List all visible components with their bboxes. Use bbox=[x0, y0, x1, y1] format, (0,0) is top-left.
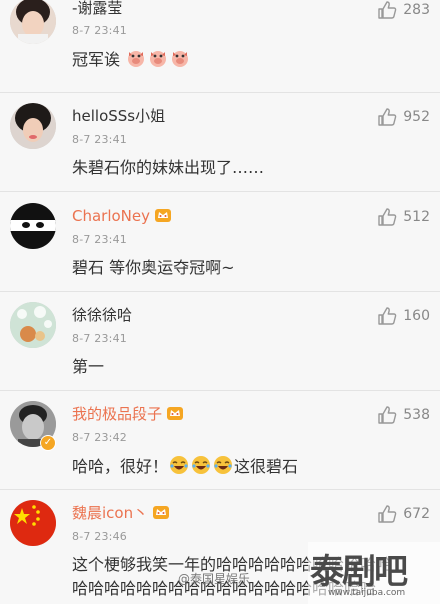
vip-crown-icon bbox=[167, 407, 184, 420]
comment-item: 徐徐徐哈 8-7 23:41 第一 160 bbox=[0, 292, 440, 391]
like-button[interactable]: 952 bbox=[377, 107, 430, 127]
pig-emoji-icon bbox=[128, 51, 145, 67]
watermark-logo: 泰剧吧 bbox=[310, 552, 408, 592]
timestamp: 8-7 23:46 bbox=[72, 530, 127, 543]
comment-item: CharloNey 8-7 23:41 碧石 等你奥运夺冠啊~ 512 bbox=[0, 193, 440, 292]
laughing-emoji-icon bbox=[170, 456, 189, 474]
username-text: 我的极品段子 bbox=[72, 405, 163, 423]
username[interactable]: 我的极品段子 bbox=[72, 404, 184, 424]
thumbs-up-icon bbox=[378, 108, 397, 126]
comment-text: 冠军诶 bbox=[72, 48, 191, 71]
site-watermark: 泰剧吧 www.taijuba.com bbox=[308, 542, 440, 604]
pig-emoji-icon bbox=[150, 51, 167, 67]
weibo-watermark: @泰国星娱乐 bbox=[178, 572, 251, 586]
thumbs-up-icon bbox=[378, 406, 397, 424]
avatar[interactable] bbox=[10, 203, 56, 249]
vip-crown-icon bbox=[153, 506, 170, 519]
pig-emoji-icon bbox=[172, 51, 189, 67]
avatar[interactable] bbox=[10, 302, 56, 348]
username[interactable]: helloSSs小姐 bbox=[72, 106, 165, 126]
vip-crown-icon bbox=[155, 209, 172, 222]
username[interactable]: 魏晨icon丶 bbox=[72, 503, 170, 523]
timestamp: 8-7 23:41 bbox=[72, 332, 127, 345]
username-text: CharloNey bbox=[72, 207, 151, 225]
username[interactable]: -谢露莹 bbox=[72, 0, 122, 18]
avatar[interactable] bbox=[10, 500, 56, 546]
thumbs-up-icon bbox=[378, 307, 397, 325]
avatar[interactable] bbox=[10, 103, 56, 149]
like-count: 672 bbox=[403, 506, 430, 522]
comment-item: -谢露莹 8-7 23:41 冠军诶 283 bbox=[0, 0, 440, 93]
timestamp: 8-7 23:41 bbox=[72, 233, 127, 246]
like-button[interactable]: 283 bbox=[377, 0, 430, 20]
comment-text-part: 这很碧石 bbox=[234, 457, 299, 476]
comment-text: 碧石 等你奥运夺冠啊~ bbox=[72, 258, 235, 277]
username[interactable]: 徐徐徐哈 bbox=[72, 305, 132, 325]
comment-item: helloSSs小姐 8-7 23:41 朱碧石你的妹妹出现了…… 952 bbox=[0, 93, 440, 192]
verified-badge-icon: ✓ bbox=[40, 435, 56, 451]
like-button[interactable]: 538 bbox=[377, 405, 430, 425]
timestamp: 8-7 23:41 bbox=[72, 133, 127, 146]
like-button[interactable]: 160 bbox=[377, 306, 430, 326]
comment-item: ✓ 我的极品段子 8-7 23:42 哈哈，很好！ 这很碧石 538 bbox=[0, 391, 440, 490]
like-button[interactable]: 512 bbox=[377, 207, 430, 227]
timestamp: 8-7 23:42 bbox=[72, 431, 127, 444]
like-count: 512 bbox=[403, 209, 430, 225]
like-count: 160 bbox=[403, 308, 430, 324]
comment-text-part: 哈哈，很好！ bbox=[72, 457, 169, 476]
comment-text-content: 冠军诶 bbox=[72, 50, 121, 69]
thumbs-up-icon bbox=[378, 1, 397, 19]
comment-text: 哈哈，很好！ 这很碧石 bbox=[72, 455, 298, 478]
thumbs-up-icon bbox=[378, 505, 397, 523]
thumbs-up-icon bbox=[378, 208, 397, 226]
username[interactable]: CharloNey bbox=[72, 206, 172, 226]
laughing-emoji-icon bbox=[214, 456, 233, 474]
username-text: 魏晨icon丶 bbox=[72, 504, 149, 522]
like-count: 283 bbox=[403, 2, 430, 18]
laughing-emoji-icon bbox=[192, 456, 211, 474]
comment-text: 第一 bbox=[72, 357, 105, 376]
avatar[interactable] bbox=[10, 0, 56, 44]
like-count: 952 bbox=[403, 109, 430, 125]
watermark-url: www.taijuba.com bbox=[328, 588, 406, 598]
comment-text: 朱碧石你的妹妹出现了…… bbox=[72, 158, 265, 177]
like-button[interactable]: 672 bbox=[377, 504, 430, 524]
like-count: 538 bbox=[403, 407, 430, 423]
timestamp: 8-7 23:41 bbox=[72, 24, 127, 37]
